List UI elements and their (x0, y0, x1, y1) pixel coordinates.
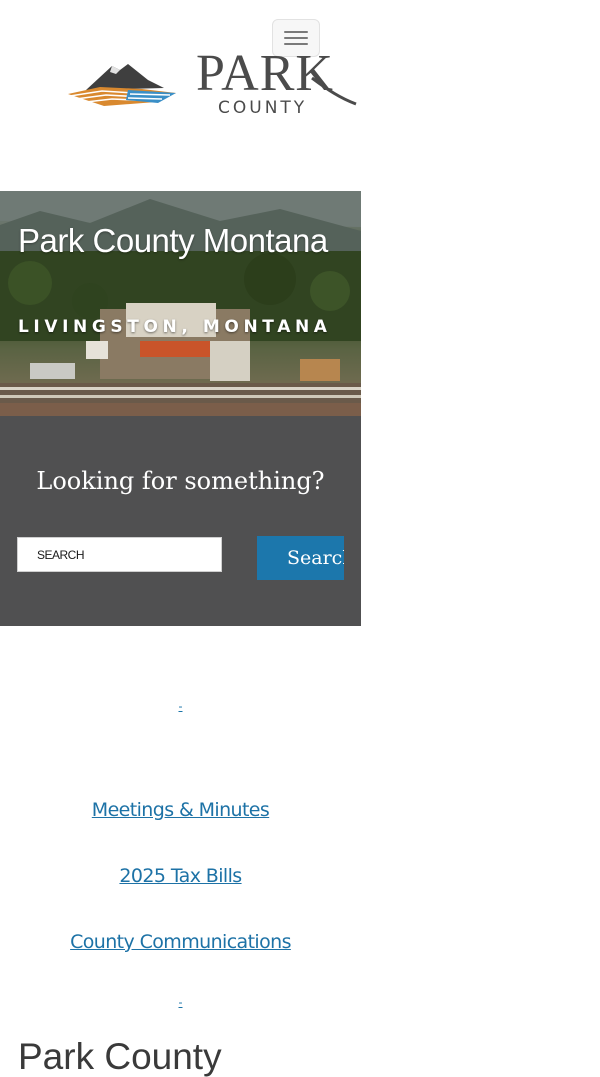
link-county-communications[interactable]: County Communications (0, 931, 361, 953)
mountain-fields-logo-icon (68, 64, 176, 106)
hero-banner: Park County Montana LIVINGSTON, MONTANA (0, 191, 361, 416)
hero-subtitle: LIVINGSTON, MONTANA (18, 317, 332, 337)
hero-title: Park County Montana (18, 222, 328, 259)
link-2025-tax-bills[interactable]: 2025 Tax Bills (0, 865, 361, 887)
link-meetings-minutes[interactable]: Meetings & Minutes (0, 799, 361, 821)
logo-k-swoosh-icon (311, 76, 357, 106)
search-input[interactable] (17, 537, 222, 572)
search-panel: Looking for something? Search (0, 416, 361, 626)
logo-word-county: COUNTY (218, 98, 308, 118)
section-heading: Park County (18, 1036, 222, 1077)
search-heading: Looking for something? (36, 467, 325, 495)
park-county-logo[interactable]: PARK COUNTY (66, 48, 357, 125)
hamburger-icon-bar (284, 31, 308, 33)
hamburger-icon-bar (284, 37, 308, 39)
spacer-link-top[interactable]: - (0, 700, 361, 712)
spacer-link-bottom[interactable]: - (0, 996, 361, 1008)
search-button[interactable]: Search (257, 536, 344, 580)
